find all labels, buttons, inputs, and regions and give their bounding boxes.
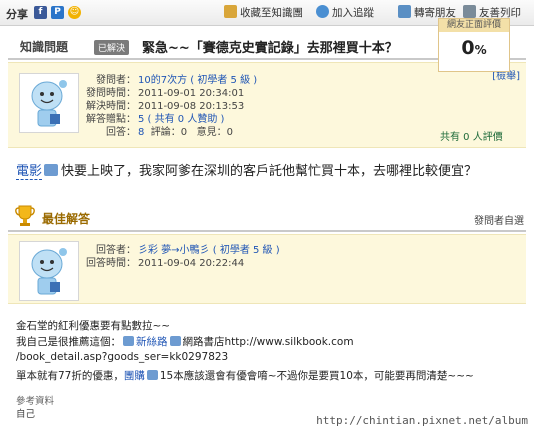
category-tag[interactable]: 電影: [16, 164, 43, 180]
question-text: 快要上映了，我家阿爹在深圳的客戶託他幫忙買十本，去哪裡比較便宜？: [61, 164, 478, 179]
favorite-button[interactable]: 收藏至知識團: [224, 5, 303, 21]
chosen-by: 發問者自選: [474, 216, 524, 227]
smiley-mascot-icon: [31, 248, 67, 295]
best-answer-label: 最佳解答: [42, 212, 91, 226]
answer-line: /book_detail.asp?goods_ser=kk0297823: [16, 351, 229, 363]
film-icon: [44, 164, 59, 176]
avatar[interactable]: [19, 241, 79, 301]
rating-unit: %: [474, 43, 487, 57]
shop-icon: [123, 336, 134, 346]
favorite-label: 收藏至知識團: [240, 7, 303, 19]
avatar[interactable]: [19, 73, 79, 133]
rating-value: 0%: [439, 32, 509, 66]
plus-icon: [316, 5, 329, 18]
follow-label: 加入追蹤: [332, 7, 374, 19]
watermark: http://chintian.pixnet.net/album: [314, 413, 530, 428]
mail-icon: [398, 5, 411, 18]
best-answer-header: 最佳解答 發問者自選: [8, 202, 526, 232]
trophy-icon: [15, 205, 35, 226]
opinions-count: 0: [226, 127, 234, 138]
answer-text: 15本應該還會有優會唷~不過你是要買10本，可能要再問清楚~~~: [159, 370, 474, 382]
section-label: 知識問題: [20, 40, 69, 54]
rating-title: 網友正面評價: [439, 19, 509, 32]
answered-time-row: 回答時間： 2011-09-04 20:22:44: [78, 254, 244, 269]
answered-time-key: 回答時間：: [86, 258, 136, 269]
solved-badge: 已解決: [94, 40, 130, 55]
comments-key: 評論：: [150, 127, 181, 138]
tag-icon: [146, 370, 158, 380]
stats-row: 回答： 8 評論：0 意見：0: [78, 123, 233, 138]
answer-text: 單本就有77折的優惠，: [16, 370, 124, 382]
link-icon: [169, 336, 181, 346]
answer-line: 我自己是很推薦這個： 新絲路 網路書店http://www.silkbook.com: [16, 334, 354, 349]
rating-box: 網友正面評價 0%: [438, 18, 510, 72]
answer-info-box: 回答者： 彡彩 夢→小鴨彡 ( 初學者 5 級 ) 回答時間： 2011-09-04…: [8, 234, 526, 304]
question-title: 緊急~~「賽德克史實記錄」去那裡買十本？: [142, 41, 398, 56]
rating-number: 0: [461, 37, 475, 59]
opinions-key: 意見：: [196, 127, 227, 138]
folder-icon: [224, 5, 237, 18]
answer-text: 網路書店http://www.silkbook.com: [182, 336, 354, 348]
smiley-mascot-icon: [31, 80, 67, 127]
comments-count: 0: [180, 127, 188, 138]
answer-line: 金石堂的紅利優惠要有點數拉~~: [16, 320, 171, 332]
share-label: 分享: [6, 8, 28, 21]
answer-line: 單本就有77折的優惠，團購 15本應該還會有優會唷~不過你是要買10本，可能要再問…: [16, 368, 474, 383]
answered-time-value: 2011-09-04 20:22:44: [138, 258, 245, 269]
follow-button[interactable]: 加入追蹤: [316, 5, 374, 21]
answers-key: 回答：: [106, 127, 136, 138]
smiley-share-icon[interactable]: ☺: [68, 6, 81, 19]
rating-count[interactable]: 共有 0 人評價: [440, 128, 503, 143]
reference-value: 自己: [16, 409, 36, 420]
silkbook-link[interactable]: 新絲路: [136, 336, 168, 348]
printer-icon: [463, 5, 476, 18]
answer-text: 我自己是很推薦這個：: [16, 336, 121, 348]
answers-count[interactable]: 8: [138, 127, 144, 138]
facebook-share-icon[interactable]: f: [34, 6, 47, 19]
group-buy-link[interactable]: 團購: [124, 370, 145, 382]
question-body: 電影 快要上映了，我家阿爹在深圳的客戶託他幫忙買十本，去哪裡比較便宜？: [16, 160, 478, 180]
reference-label: 參考資料: [16, 396, 55, 407]
plurk-share-icon[interactable]: P: [51, 6, 64, 19]
